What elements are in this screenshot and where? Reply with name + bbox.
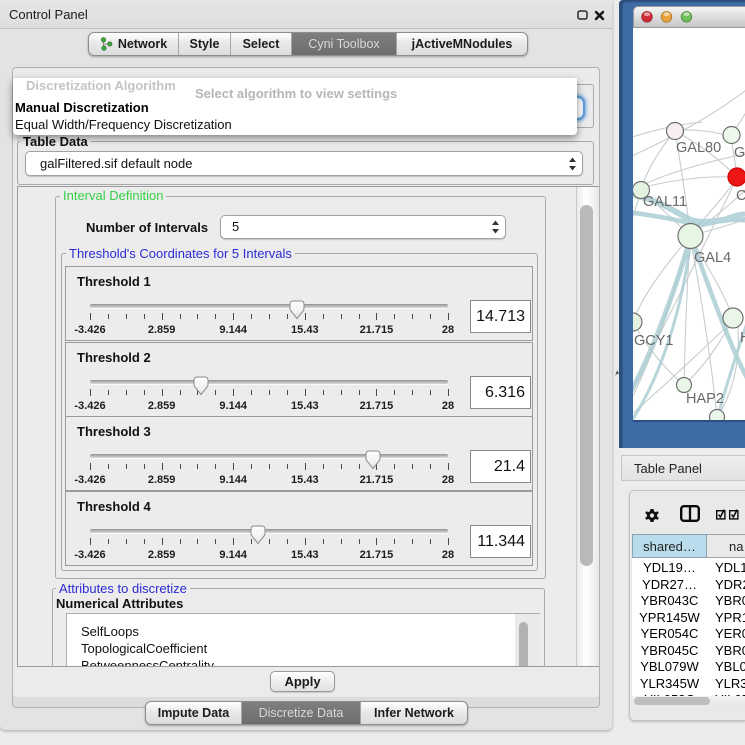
svg-text:GA: GA	[734, 145, 745, 161]
svg-text:GAL4: GAL4	[694, 250, 731, 266]
svg-text:HAP2: HAP2	[686, 391, 724, 407]
svg-text:GCY1: GCY1	[634, 333, 674, 349]
svg-text:C: C	[736, 188, 745, 204]
svg-text:H: H	[740, 330, 745, 346]
svg-text:GAL80: GAL80	[676, 140, 721, 156]
svg-text:GAL11: GAL11	[643, 194, 687, 210]
